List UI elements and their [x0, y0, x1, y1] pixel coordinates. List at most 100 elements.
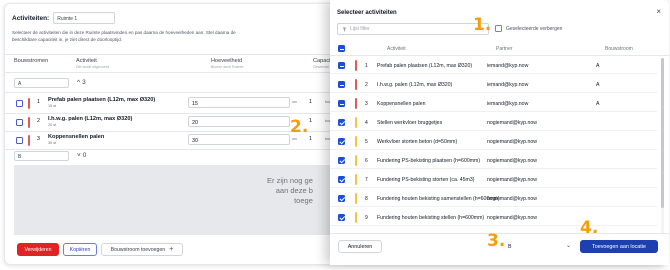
ruimte-editor: Activiteiten: Ruimte 1 Selecteer de acti…	[5, 4, 335, 264]
unit-label: um	[292, 100, 297, 104]
activity-checkbox[interactable]	[338, 138, 345, 145]
activiteiten-label: Activiteiten:	[12, 14, 50, 22]
empty-message-line: toege	[294, 196, 313, 205]
activity-name: Fundering PS-bekisting plaatsen (h=600mm…	[377, 158, 481, 164]
header-activiteit: Activiteit	[76, 58, 97, 64]
group-a-count-value: 3	[82, 79, 86, 86]
scrollbar[interactable]	[661, 58, 664, 234]
row-activity-name: I.h.w.g. palen (L12m, max Ø320)	[48, 116, 133, 122]
toevoegen-aan-locatie-button[interactable]: Toevoegen aan locatie	[580, 240, 658, 253]
row-activity-sub: 15 st	[48, 104, 57, 108]
color-bar	[355, 212, 357, 223]
capacity-value: 1	[309, 99, 312, 105]
activity-bouwstroom: A	[596, 63, 600, 69]
bouwstroom-b-select[interactable]: B	[14, 151, 69, 161]
activity-name: Fundering houten bekisting stellen (h=60…	[377, 215, 485, 221]
quantity-input[interactable]: 30	[188, 134, 290, 145]
selected-count: B	[508, 244, 512, 250]
activity-checkbox[interactable]	[338, 119, 345, 126]
activity-row[interactable]: 1 Prefab palen plaatsen (L12m, max Ø320) i…	[330, 57, 657, 74]
activity-row[interactable]: 9 Fundering houten bekisting stellen (h=6…	[330, 209, 657, 226]
activity-number: 6	[365, 158, 368, 164]
bouwstroom-toevoegen-button[interactable]: Bouwstroom toevoegen +	[101, 243, 183, 256]
activity-row[interactable]: 5 Werkvloer storten beton (d=50mm) nogiema…	[330, 133, 657, 150]
table-headers: Bouwstromen Activiteit Die wordt uitgevo…	[5, 56, 335, 70]
activity-checkbox[interactable]	[338, 81, 345, 88]
capacity-value: 1	[309, 118, 312, 124]
activity-row[interactable]: 4 Stellen werkvloer bruggetjes nogiemand@k…	[330, 114, 657, 131]
filter-input[interactable]: Lijst filter	[337, 23, 489, 35]
hide-selected-checkbox[interactable]	[495, 25, 502, 32]
row-checkbox[interactable]	[16, 137, 23, 144]
empty-message: Er zijn nog ge aan deze b toege	[267, 176, 313, 206]
row-activity-name: Koppensnellen palen	[48, 134, 105, 140]
column-partner: Partner	[496, 46, 513, 52]
activity-name: Fundering PS-bekisting storten (ca. 45m3…	[377, 177, 475, 183]
annotation-2: 2.	[290, 117, 309, 137]
activity-number: 3	[365, 101, 368, 107]
capacity-value: 1	[309, 136, 312, 142]
row-number: 1	[37, 99, 40, 105]
row-checkbox[interactable]	[16, 100, 23, 107]
annotation-4: 4.	[580, 218, 599, 238]
activity-number: 5	[365, 139, 368, 145]
select-all-checkbox[interactable]	[338, 45, 345, 52]
chevron-down-icon[interactable]: ⌄	[566, 242, 571, 249]
divider	[5, 92, 335, 93]
color-bar	[355, 174, 357, 185]
activity-checkbox[interactable]	[338, 157, 345, 164]
activity-row[interactable]: 8 Fundering houten bekisting samenstellen…	[330, 190, 657, 207]
group-b-count: ˅ 0	[77, 152, 86, 159]
activity-checkbox[interactable]	[338, 62, 345, 69]
annuleren-button[interactable]: Annuleren	[338, 240, 382, 253]
activity-name: Prefab palen plaatsen (L12m, max Ø320)	[377, 63, 473, 69]
ruimte-name-input[interactable]: Ruimte 1	[53, 12, 116, 24]
activity-partner: iemand@kyp.now	[487, 63, 529, 69]
activity-number: 8	[365, 196, 368, 202]
activity-name: Koppensnellen palen	[377, 101, 426, 107]
modal-table-header: Activiteit Partner Bouwstroom	[330, 40, 669, 56]
column-activiteit: Activiteit	[387, 46, 406, 52]
activity-checkbox[interactable]	[338, 100, 345, 107]
color-bar	[28, 135, 30, 146]
kopieren-button[interactable]: Kopiëren	[63, 243, 97, 256]
close-icon[interactable]: ×	[656, 7, 661, 16]
activity-row[interactable]: 7 Fundering PS-bekisting storten (ca. 45m…	[330, 171, 657, 188]
divider	[5, 72, 335, 73]
activity-name: Fundering houten bekisting samenstellen …	[377, 196, 500, 202]
caret-down-icon: ˅	[77, 152, 81, 159]
divider	[5, 54, 335, 55]
row-checkbox[interactable]	[16, 119, 23, 126]
activity-row[interactable]: 2 I.h.w.g. palen (L12m, max Ø320) iemand@k…	[330, 76, 657, 93]
activity-number: 9	[365, 215, 368, 221]
empty-message-line: aan deze b	[275, 186, 313, 195]
hide-selected-toggle[interactable]: Geselecteerde verbergen	[495, 25, 562, 32]
activity-checkbox[interactable]	[338, 214, 345, 221]
activity-checkbox[interactable]	[338, 195, 345, 202]
quantity-input[interactable]: 20	[188, 116, 290, 127]
verwijderen-button[interactable]: Verwijderen	[17, 243, 59, 256]
activity-row[interactable]: 3 Koppensnellen palen iemand@kyp.now A	[330, 95, 657, 112]
quantity-input[interactable]: 15	[188, 97, 290, 108]
modal-title: Selecteer activiteiten	[337, 10, 397, 16]
header-hoeveelheid-sub: Binnen deze Ruimte	[211, 65, 244, 69]
activity-partner: nogiemand@kyp.now	[487, 215, 537, 221]
table-row: 3 Koppensnellen palen 30 st 30 um 1 bue	[5, 132, 335, 150]
activity-partner: nogiemand@kyp.now	[487, 139, 537, 145]
color-bar	[355, 79, 357, 90]
header-hoeveelheid: Hoeveelheid	[211, 58, 243, 64]
color-bar	[28, 117, 30, 128]
filter-icon	[342, 27, 347, 31]
activity-checkbox[interactable]	[338, 176, 345, 183]
activity-row[interactable]: 6 Fundering PS-bekisting plaatsen (h=600m…	[330, 152, 657, 169]
scrollbar-thumb[interactable]	[661, 58, 664, 208]
header-activiteit-sub: Die wordt uitgevoerd	[76, 65, 109, 69]
color-bar	[355, 193, 357, 204]
color-bar	[28, 98, 30, 109]
bouwstroom-toevoegen-label: Bouwstroom toevoegen	[110, 246, 166, 253]
bouwstroom-a-select[interactable]: A	[14, 78, 69, 88]
activity-bouwstroom: A	[596, 101, 600, 107]
annotation-3: 3.	[487, 231, 506, 251]
plus-icon: +	[169, 246, 174, 253]
unit-label: um	[292, 137, 297, 141]
